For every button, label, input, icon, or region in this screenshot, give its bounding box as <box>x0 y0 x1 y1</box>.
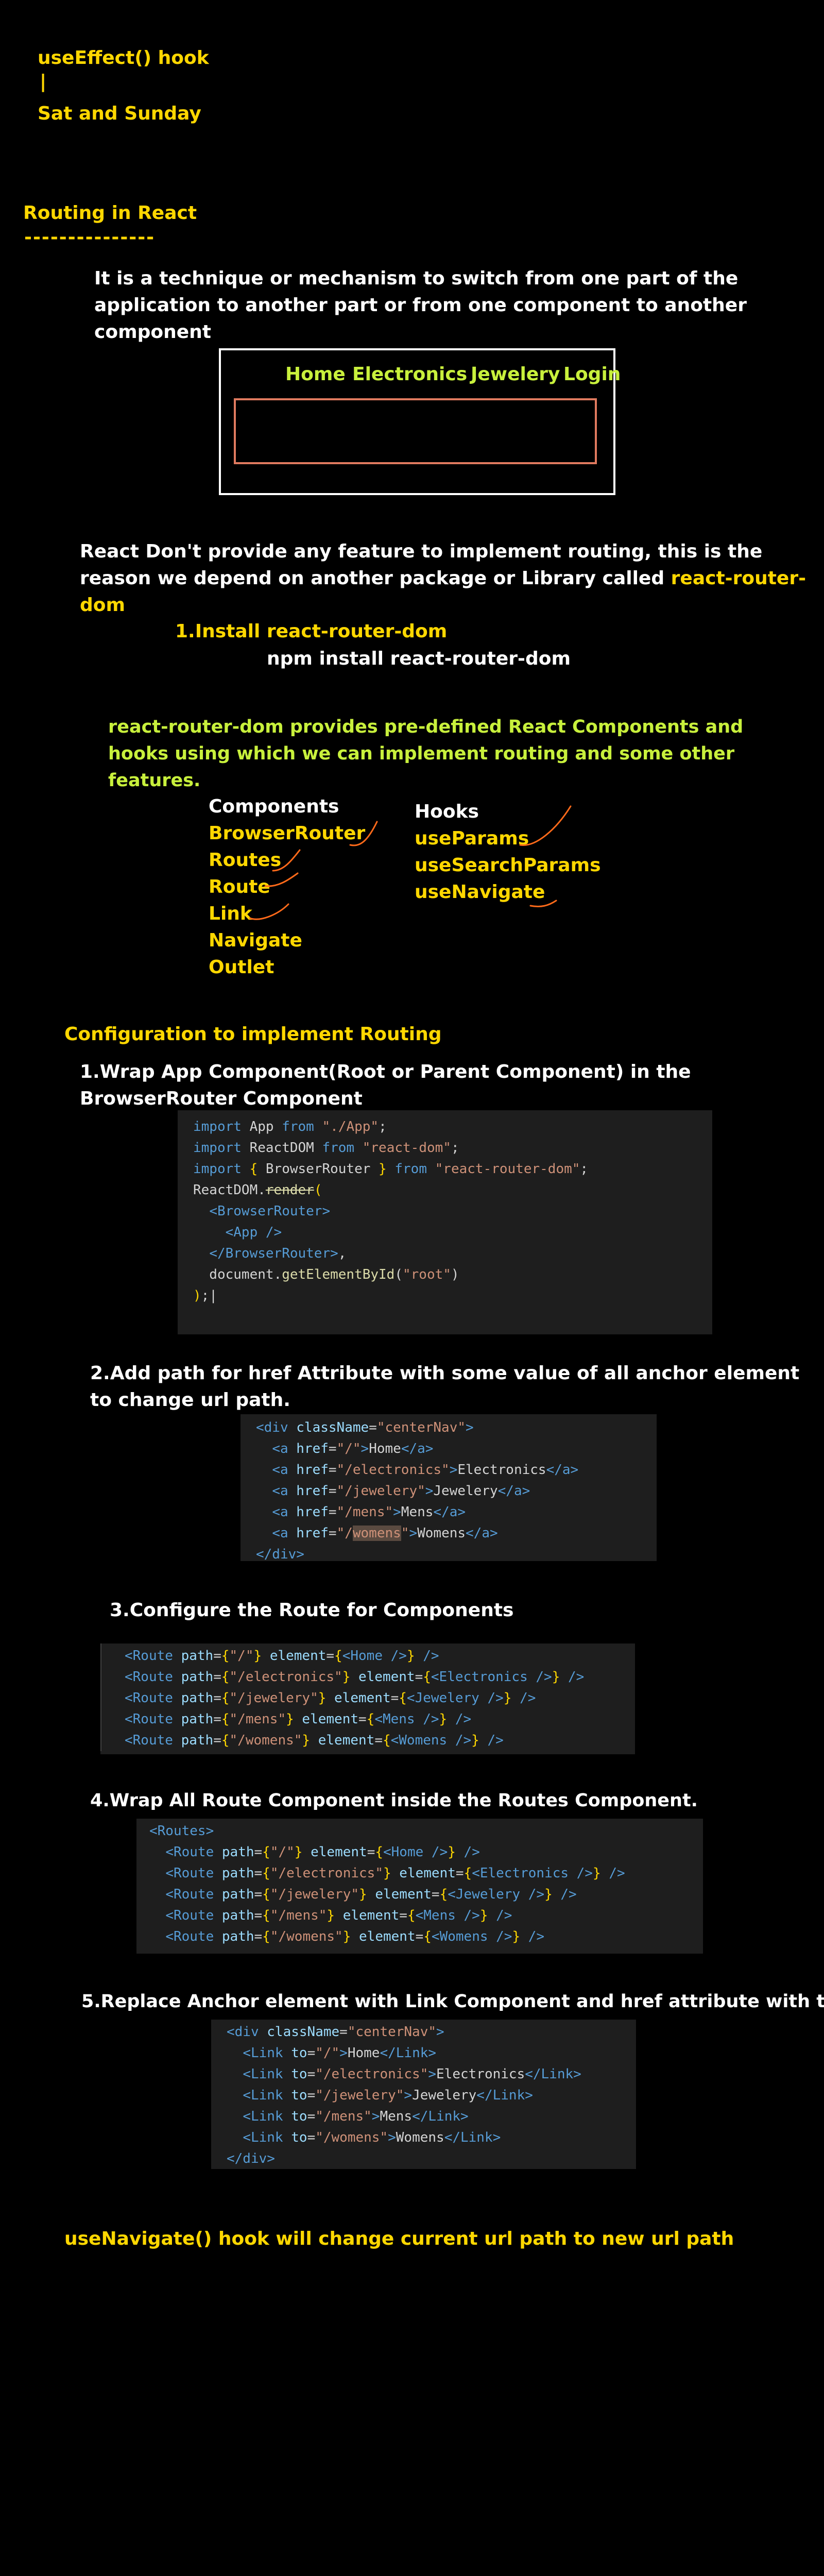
swish-useparams <box>519 805 572 846</box>
config-step-3: 3.Configure the Route for Components <box>110 1600 514 1621</box>
swish-usenavigate <box>529 900 557 908</box>
config-step-4: 4.Wrap All Route Component inside the Ro… <box>90 1790 698 1811</box>
swish-browserrouter <box>349 821 378 846</box>
swish-routes <box>272 849 301 872</box>
config-step-1: 1.Wrap App Component(Root or Parent Comp… <box>80 1061 691 1109</box>
code-link-component: <div className="centerNav"> <Link to="/"… <box>211 2020 636 2169</box>
code-route-config: <Route path={"/"} element={<Home />} /> … <box>100 1643 635 1754</box>
swish-link <box>249 903 289 920</box>
config-step-5: 5.Replace Anchor element with Link Compo… <box>81 1991 824 2012</box>
code-anchor-elements: <div className="centerNav"> <a href="/">… <box>241 1414 657 1562</box>
config-title: Configuration to implement Routing <box>64 1024 442 1045</box>
code-browserrouter: import App from "./App"; import ReactDOM… <box>178 1110 712 1334</box>
use-navigate-note: useNavigate() hook will change current u… <box>64 2228 734 2249</box>
check-swish-marks <box>249 805 572 920</box>
code-routes-wrapper: <Routes> <Route path={"/"} element={<Hom… <box>136 1819 703 1954</box>
swish-route <box>264 872 299 887</box>
config-step-2: 2.Add path for href Attribute with some … <box>90 1363 800 1411</box>
